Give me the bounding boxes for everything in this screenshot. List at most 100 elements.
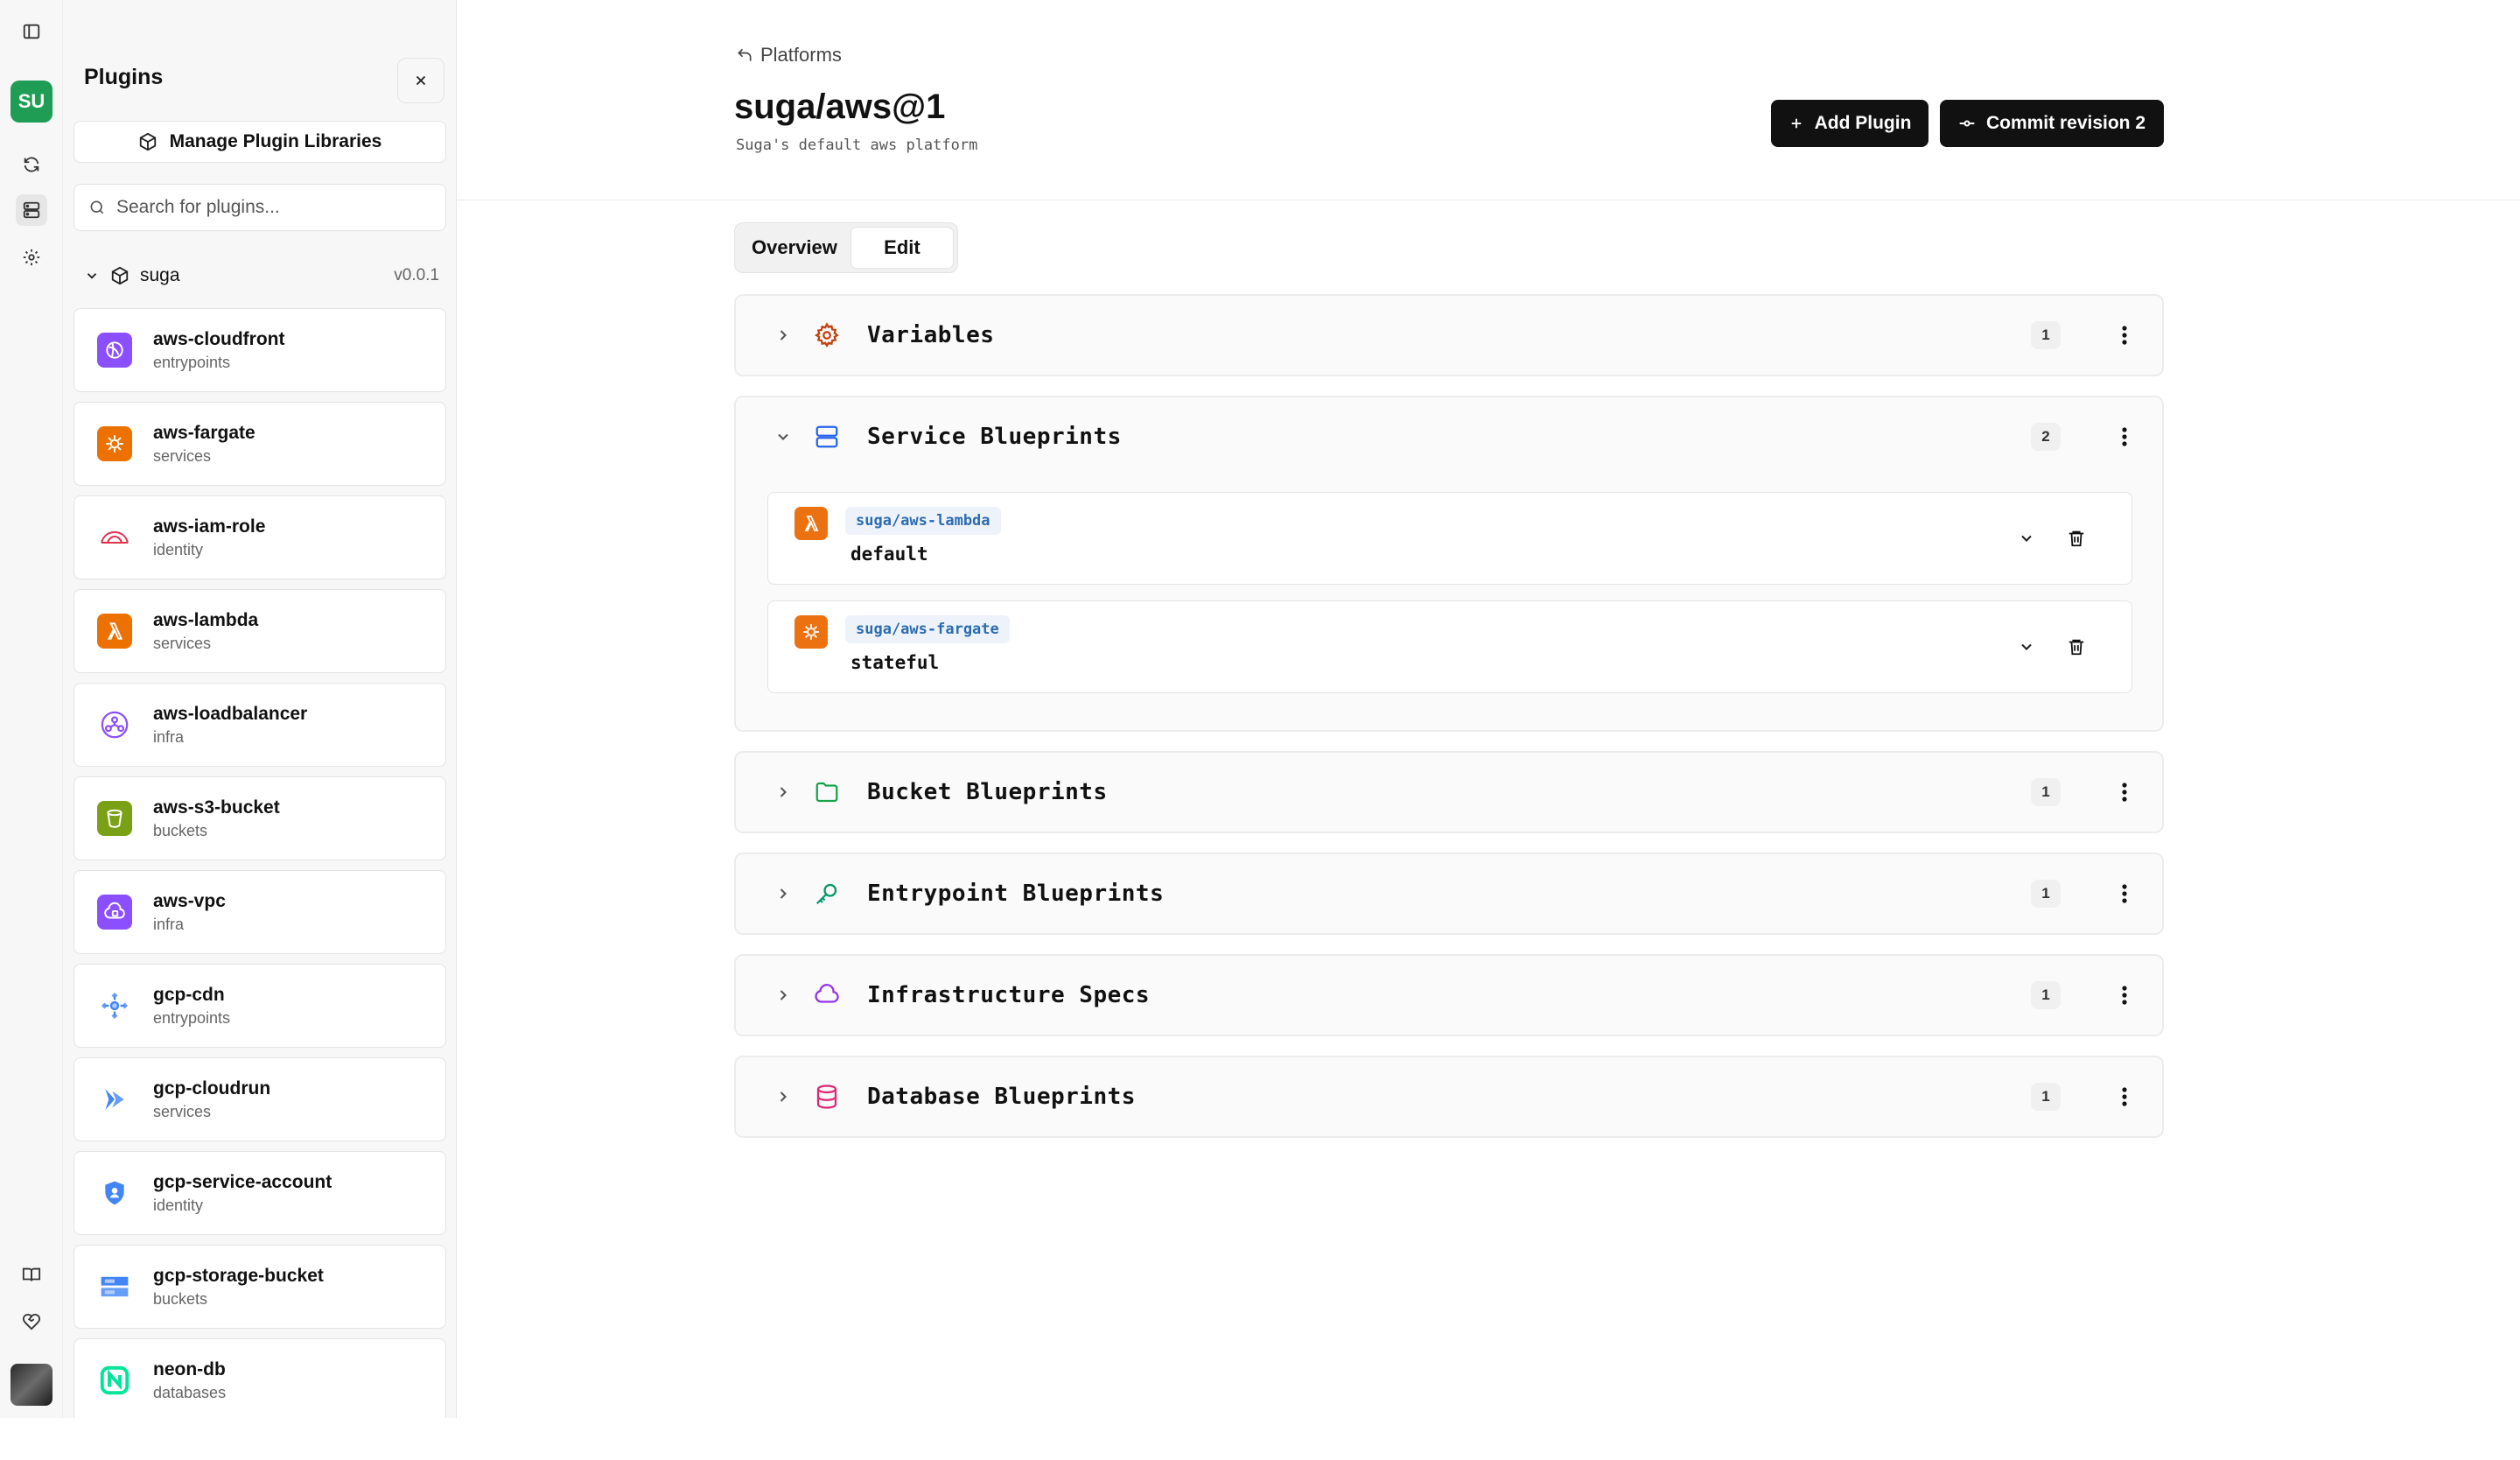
add-plugin-button[interactable]: Add Plugin <box>1771 100 1928 147</box>
aws-loadbalancer-icon <box>97 707 132 742</box>
trash-icon[interactable] <box>2063 633 2090 661</box>
plugin-card[interactable]: aws-iam-role identity <box>74 495 446 579</box>
plugin-card[interactable]: aws-s3-bucket buckets <box>74 776 446 860</box>
user-avatar[interactable] <box>10 1364 52 1406</box>
section-header[interactable]: Database Blueprints 1 <box>736 1057 2162 1136</box>
section-header[interactable]: Service Blueprints 2 <box>736 397 2162 476</box>
sync-icon[interactable] <box>16 149 47 180</box>
section-header[interactable]: Entrypoint Blueprints 1 <box>736 854 2162 933</box>
section-header[interactable]: Variables 1 <box>736 296 2162 375</box>
aws-fargate-icon <box>97 426 132 461</box>
section-count: 1 <box>2031 1083 2061 1111</box>
gear-icon <box>812 320 842 350</box>
git-commit-icon <box>1959 120 1975 127</box>
package-icon <box>139 132 156 151</box>
blueprint-card[interactable]: suga/aws-fargate stateful <box>767 600 2132 693</box>
plugin-card[interactable]: gcp-storage-bucket buckets <box>74 1245 446 1329</box>
settings-icon[interactable] <box>16 242 47 273</box>
tab-edit[interactable]: Edit <box>850 227 954 269</box>
blueprint-card[interactable]: suga/aws-lambda default <box>767 492 2132 585</box>
plugin-category: infra <box>153 915 185 933</box>
aws-s3-bucket-icon <box>97 801 132 836</box>
section-variables: Variables 1 <box>734 294 2164 376</box>
library-name: suga <box>140 265 180 285</box>
chevron-down-icon <box>87 273 97 279</box>
heart-handshake-icon[interactable] <box>16 1306 47 1337</box>
gcp-cloudrun-icon <box>97 1082 132 1117</box>
plugin-search[interactable] <box>74 184 446 231</box>
aws-iam-role-icon <box>97 520 132 555</box>
search-input[interactable] <box>116 197 431 218</box>
add-plugin-label: Add Plugin <box>1814 113 1912 133</box>
more-vertical-icon[interactable] <box>2110 320 2139 350</box>
chevron-right-icon[interactable] <box>771 881 795 906</box>
chevron-right-icon[interactable] <box>771 780 795 804</box>
plugin-category: identity <box>153 540 204 558</box>
more-vertical-icon[interactable] <box>2110 422 2139 452</box>
chevron-down-icon[interactable] <box>2014 526 2039 551</box>
section-count: 1 <box>2031 981 2061 1009</box>
section-infrastructure-specs: Infrastructure Specs 1 <box>734 954 2164 1036</box>
trash-icon[interactable] <box>2063 524 2090 552</box>
back-link[interactable]: Platforms <box>736 44 842 67</box>
gcp-service-account-icon <box>97 1176 132 1211</box>
section-service-blueprints: Service Blueprints 2 suga/aws-lambda def… <box>734 396 2164 732</box>
plugin-card[interactable]: aws-lambda services <box>74 589 446 673</box>
plugin-name: aws-loadbalancer <box>153 703 308 724</box>
plugin-list: aws-cloudfront entrypoints aws-fargate ser… <box>74 308 446 1418</box>
main-content: Platforms suga/aws@1 Suga's default aws … <box>458 0 2520 1418</box>
chevron-down-icon[interactable] <box>2014 635 2039 659</box>
plugin-card[interactable]: aws-loadbalancer infra <box>74 683 446 767</box>
plugin-category: services <box>153 634 212 652</box>
sidebar-toggle-icon[interactable] <box>16 16 47 47</box>
gcp-cdn-icon <box>97 988 132 1023</box>
section-header[interactable]: Infrastructure Specs 1 <box>736 956 2162 1035</box>
plugin-category: buckets <box>153 821 208 839</box>
chevron-right-icon[interactable] <box>771 983 795 1007</box>
manage-plugin-libraries-label: Manage Plugin Libraries <box>169 131 382 151</box>
section-title: Bucket Blueprints <box>867 779 1108 805</box>
library-row-suga[interactable]: suga v0.0.1 <box>84 263 439 289</box>
plugin-card[interactable]: aws-vpc infra <box>74 870 446 954</box>
plugin-card[interactable]: gcp-cdn entrypoints <box>74 964 446 1048</box>
chevron-right-icon[interactable] <box>771 323 795 347</box>
plugin-category: databases <box>153 1383 227 1401</box>
plugin-card[interactable]: aws-fargate services <box>74 402 446 486</box>
manage-plugin-libraries-button[interactable]: Manage Plugin Libraries <box>74 121 446 163</box>
gcp-storage-bucket-icon <box>97 1269 132 1304</box>
plugin-card[interactable]: neon-db databases <box>74 1338 446 1418</box>
plugin-card[interactable]: gcp-service-account identity <box>74 1151 446 1235</box>
page-subtitle: Suga's default aws platform <box>736 137 978 154</box>
section-database-blueprints: Database Blueprints 1 <box>734 1056 2164 1138</box>
plugin-category: services <box>153 446 212 465</box>
back-link-label: Platforms <box>760 44 842 66</box>
plugin-name: gcp-cdn <box>153 984 225 1005</box>
neon-db-icon <box>97 1363 132 1398</box>
search-icon <box>90 200 104 214</box>
close-panel-button[interactable] <box>397 58 444 103</box>
plugins-panel-title: Plugins <box>84 65 164 89</box>
chevron-down-icon[interactable] <box>771 425 795 449</box>
more-vertical-icon[interactable] <box>2110 777 2139 807</box>
workspace-avatar[interactable]: SU <box>10 81 52 123</box>
plugin-card[interactable]: aws-cloudfront entrypoints <box>74 308 446 392</box>
view-tabs: Overview Edit <box>734 222 958 273</box>
section-header[interactable]: Bucket Blueprints 1 <box>736 753 2162 832</box>
more-vertical-icon[interactable] <box>2110 879 2139 909</box>
commit-revision-button[interactable]: Commit revision 2 <box>1940 100 2164 147</box>
more-vertical-icon[interactable] <box>2110 980 2139 1010</box>
plugin-name: aws-lambda <box>153 609 259 630</box>
library-version: v0.0.1 <box>394 266 439 284</box>
blueprint-plugin-tag: suga/aws-fargate <box>845 615 1010 643</box>
plugin-card[interactable]: gcp-cloudrun services <box>74 1057 446 1141</box>
more-vertical-icon[interactable] <box>2110 1082 2139 1112</box>
platforms-icon[interactable] <box>16 194 47 226</box>
plugin-name: aws-cloudfront <box>153 328 285 349</box>
cloud-icon <box>812 980 842 1010</box>
chevron-right-icon[interactable] <box>771 1084 795 1109</box>
tab-overview[interactable]: Overview <box>738 227 850 269</box>
section-title: Entrypoint Blueprints <box>867 881 1165 907</box>
book-icon[interactable] <box>16 1259 47 1290</box>
plugin-category: services <box>153 1102 212 1120</box>
section-count: 1 <box>2031 778 2061 806</box>
